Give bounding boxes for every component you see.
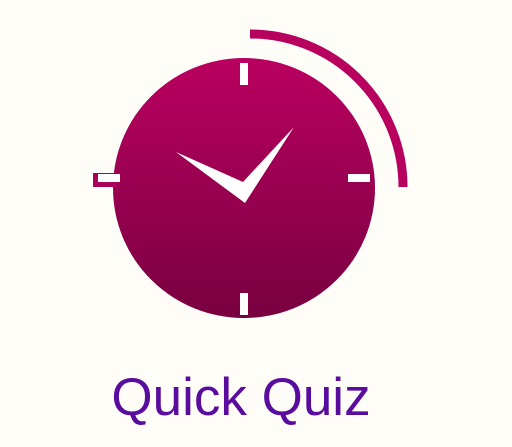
tick-6 xyxy=(240,293,248,315)
tick-9 xyxy=(98,174,120,182)
tick-3 xyxy=(348,174,370,182)
clock-icon xyxy=(93,29,408,318)
tick-12 xyxy=(240,63,248,85)
app-title: Quick Quiz xyxy=(111,368,371,427)
